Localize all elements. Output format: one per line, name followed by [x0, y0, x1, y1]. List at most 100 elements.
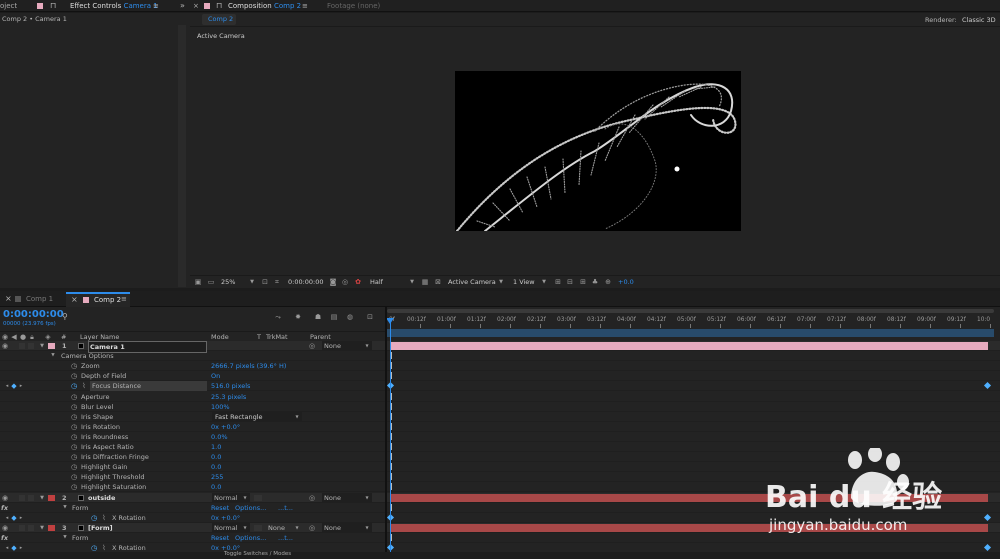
- tab-project[interactable]: oject: [0, 0, 17, 12]
- graph-icon[interactable]: ⌇: [80, 381, 88, 391]
- expand-arrow-icon[interactable]: ▼: [38, 523, 46, 533]
- panel-menu-icon[interactable]: ≡: [121, 295, 127, 303]
- eye-icon[interactable]: ◉: [1, 523, 9, 533]
- property-value[interactable]: 0.0: [211, 482, 221, 492]
- current-timecode[interactable]: 0:00:00:00: [3, 309, 64, 320]
- search-icon[interactable]: ⚲: [62, 312, 68, 321]
- effect-options[interactable]: Options...: [235, 503, 266, 513]
- playhead[interactable]: [390, 318, 391, 559]
- lock-switch[interactable]: [28, 524, 34, 531]
- stopwatch-icon[interactable]: ◷: [70, 371, 78, 381]
- monitor-icon[interactable]: ▭: [206, 277, 216, 287]
- property-value[interactable]: 2666.7 pixels (39.6° H): [211, 361, 286, 371]
- graph-icon[interactable]: ⌇: [100, 513, 108, 523]
- flowchart-icon[interactable]: ♣: [590, 277, 600, 287]
- chevron-down-icon[interactable]: ▼: [242, 493, 248, 503]
- render-icon[interactable]: ⊟: [565, 277, 575, 287]
- toggle-switches-modes[interactable]: Toggle Switches / Modes: [224, 551, 291, 557]
- property-row[interactable]: ◷ Iris Rotation 0x +0.0°: [0, 422, 1000, 432]
- property-value[interactable]: 25.3 pixels: [211, 392, 246, 402]
- stopwatch-icon[interactable]: ◷: [70, 462, 78, 472]
- exposure-icon[interactable]: ⊕: [603, 277, 613, 287]
- stopwatch-icon[interactable]: ◷: [70, 381, 78, 391]
- keyframe-nav-prev-icon[interactable]: ◂: [4, 513, 10, 523]
- label-color[interactable]: [48, 343, 55, 349]
- stopwatch-icon[interactable]: ◷: [70, 361, 78, 371]
- close-icon[interactable]: ×: [193, 0, 199, 12]
- effect-reset[interactable]: Reset: [211, 503, 229, 513]
- property-row[interactable]: ▼ Camera Options: [0, 351, 1000, 362]
- parent-pickwhip-icon[interactable]: ◎: [308, 523, 316, 533]
- chevron-down-icon[interactable]: ▼: [294, 412, 300, 422]
- stopwatch-icon[interactable]: ◷: [70, 482, 78, 492]
- exposure-value[interactable]: +0.0: [618, 277, 634, 287]
- property-dropdown[interactable]: Fast Rectangle: [212, 411, 302, 422]
- layer-duration-bar[interactable]: [390, 342, 988, 350]
- overflow-icon[interactable]: »: [180, 0, 185, 12]
- keyframe-add-icon[interactable]: ◆: [11, 513, 17, 523]
- property-value[interactable]: On: [211, 371, 220, 381]
- property-row[interactable]: ◷ Iris Shape Fast Rectangle ▼: [0, 411, 1000, 422]
- layer-name[interactable]: [Form]: [88, 523, 113, 533]
- composition-viewer[interactable]: [455, 71, 741, 231]
- comp-subtab[interactable]: Comp 2: [202, 14, 236, 25]
- time-ruler[interactable]: 0f 00:12f 01:00f 01:12f 02:00f 02:12f 03:00f 03…: [387, 309, 1000, 339]
- stopwatch-icon[interactable]: ◷: [70, 452, 78, 462]
- stopwatch-icon[interactable]: ◷: [70, 392, 78, 402]
- camera-view-select[interactable]: Active Camera: [448, 277, 496, 287]
- property-value[interactable]: 0.0: [211, 462, 221, 472]
- property-row[interactable]: ◷ Depth of Field On: [0, 371, 1000, 382]
- chevron-down-icon[interactable]: ▼: [497, 277, 505, 287]
- stopwatch-icon[interactable]: ◷: [70, 472, 78, 482]
- property-value[interactable]: 0x +0.0°: [211, 513, 240, 523]
- property-row[interactable]: ◷ Aperture 25.3 pixels: [0, 392, 1000, 402]
- graph-editor-icon[interactable]: ⊡: [364, 312, 376, 322]
- chevron-down-icon[interactable]: ▼: [294, 523, 300, 533]
- work-area-bar[interactable]: [387, 309, 994, 313]
- layer-name[interactable]: outside: [88, 493, 115, 503]
- property-value[interactable]: 0.0%: [211, 432, 228, 442]
- frame-blend-icon[interactable]: ▤: [328, 312, 340, 322]
- property-value[interactable]: 516.0 pixels: [211, 381, 250, 391]
- property-row[interactable]: ◷ Zoom 2666.7 pixels (39.6° H): [0, 361, 1000, 372]
- effect-reset[interactable]: Reset: [211, 533, 229, 543]
- expand-arrow-icon[interactable]: ▼: [50, 351, 56, 361]
- region-icon[interactable]: ▦: [420, 277, 430, 287]
- lock-icon[interactable]: ⊓: [50, 0, 56, 12]
- expand-arrow-icon[interactable]: ▼: [62, 503, 68, 513]
- parent-pickwhip-icon[interactable]: ◎: [308, 341, 316, 351]
- property-row[interactable]: ◂ ◆ ▸ ◷ ⌇ Focus Distance 516.0 pixels: [0, 381, 1000, 392]
- keyframe-add-icon[interactable]: ◆: [11, 381, 17, 391]
- chevron-down-icon[interactable]: ▼: [248, 277, 256, 287]
- layer-row[interactable]: ◉ ▼ 1 Camera 1 ◎ None ▼: [0, 341, 1000, 353]
- channel-icon[interactable]: ✿: [353, 277, 363, 287]
- draft-3d-icon[interactable]: ✸: [292, 312, 304, 322]
- lock-icon[interactable]: ⊓: [216, 0, 222, 12]
- chevron-down-icon[interactable]: ▼: [364, 523, 370, 533]
- fx-icon[interactable]: fx: [1, 503, 8, 513]
- keyframe-nav-prev-icon[interactable]: ◂: [4, 381, 10, 391]
- always-preview-icon[interactable]: ▣: [193, 277, 203, 287]
- scrollbar[interactable]: [178, 25, 186, 287]
- label-color[interactable]: [48, 494, 55, 501]
- timeline-icon[interactable]: ⊞: [578, 277, 588, 287]
- close-icon[interactable]: ×: [71, 295, 78, 304]
- expand-arrow-icon[interactable]: ▼: [62, 533, 68, 543]
- property-value[interactable]: 0x +0.0°: [211, 422, 240, 432]
- effect-dots[interactable]: ...t...: [278, 503, 293, 513]
- property-value[interactable]: 1.0: [211, 442, 221, 452]
- tab-footage[interactable]: Footage (none): [327, 0, 380, 12]
- tab-composition[interactable]: Composition Comp 2: [228, 0, 301, 12]
- toggle-pixel-icon[interactable]: ⊞: [553, 277, 563, 287]
- property-row[interactable]: ◷ Iris Roundness 0.0%: [0, 432, 1000, 442]
- mask-icon[interactable]: ◎: [340, 277, 350, 287]
- keyframe-nav-next-icon[interactable]: ▸: [18, 381, 24, 391]
- solo-switch[interactable]: [19, 343, 25, 349]
- chevron-down-icon[interactable]: ▼: [540, 277, 548, 287]
- timecode[interactable]: 0:00:00:00: [288, 277, 324, 287]
- eye-icon[interactable]: ◉: [1, 493, 9, 503]
- panel-menu-icon[interactable]: ≡: [302, 0, 308, 12]
- property-value[interactable]: 255: [211, 472, 223, 482]
- solo-switch[interactable]: [19, 494, 25, 501]
- close-icon[interactable]: ×: [5, 294, 12, 303]
